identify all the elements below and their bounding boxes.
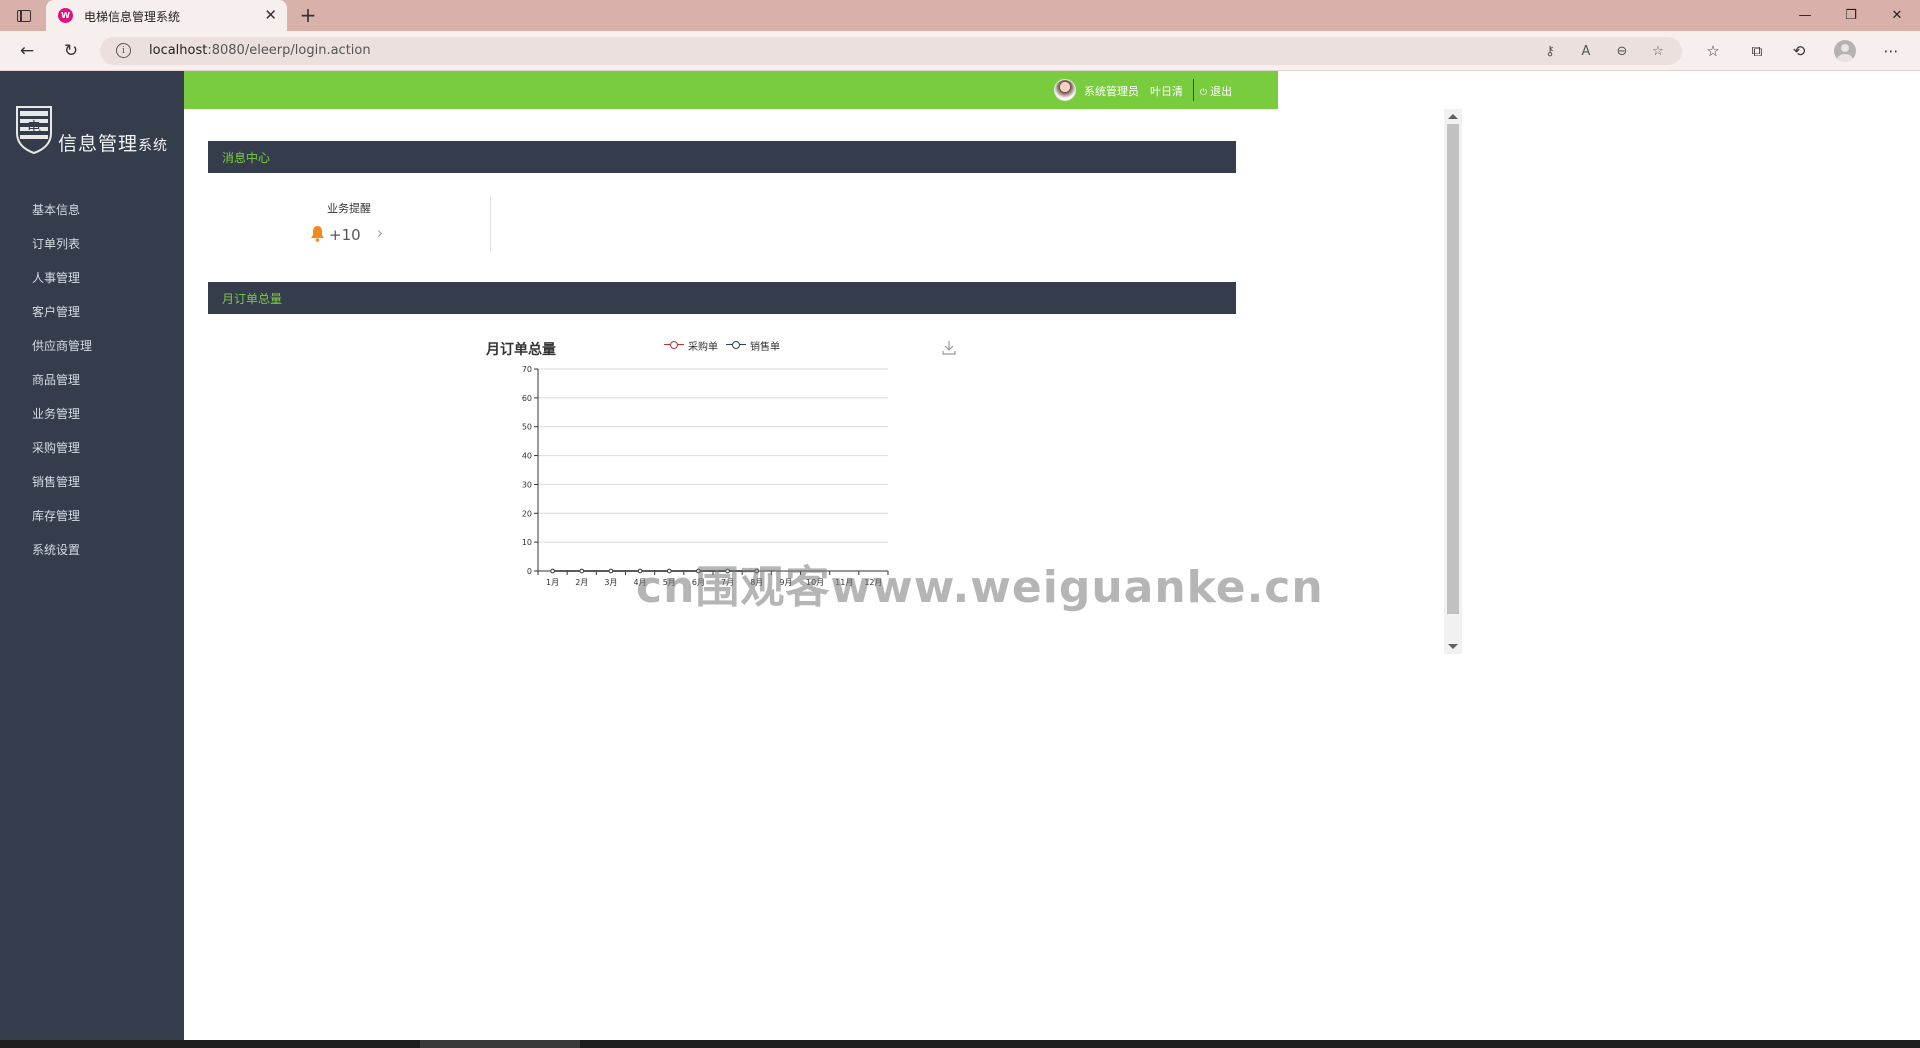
zoom-out-icon[interactable]: ⊖ xyxy=(1612,42,1632,60)
reminder-label: 业务提醒 xyxy=(327,202,371,215)
address-field[interactable]: i localhost:8080/eleerp/login.action ⚷ A… xyxy=(100,37,1682,65)
scroll-down-icon[interactable] xyxy=(1448,644,1458,649)
chart-title: 月订单总量 xyxy=(486,342,556,358)
legend-marker-sales xyxy=(726,340,746,350)
power-icon: ⏻ xyxy=(1200,88,1208,98)
data-point xyxy=(550,568,555,574)
top-bar: 系统管理员 叶日清 ⏻ 退出 xyxy=(184,71,1278,109)
scroll-thumb[interactable] xyxy=(1447,124,1459,614)
sidebar-item-settings[interactable]: 系统设置 xyxy=(0,533,184,567)
url-text: localhost:8080/eleerp/login.action xyxy=(149,43,371,58)
legend-item-sales[interactable]: 销售单 xyxy=(726,338,780,353)
x-tick-label: 3月 xyxy=(604,578,617,587)
y-tick-label: 70 xyxy=(522,365,532,374)
y-tick-label: 40 xyxy=(522,452,532,461)
back-icon[interactable]: ← xyxy=(14,39,40,63)
refresh-icon[interactable]: ↻ xyxy=(58,39,84,63)
user-role[interactable]: 系统管理员 xyxy=(1084,83,1139,99)
legend-label-sales: 销售单 xyxy=(750,341,780,353)
tab-close-icon[interactable]: ✕ xyxy=(264,6,277,24)
scroll-up-icon[interactable] xyxy=(1448,114,1458,119)
browser-titlebar: W 电梯信息管理系统 ✕ + — ❐ ✕ xyxy=(0,0,1920,31)
read-aloud-icon[interactable]: A xyxy=(1576,42,1596,60)
download-icon[interactable] xyxy=(942,340,956,356)
sidebar: 电 信息管理系统 基本信息 订单列表 人事管理 客户管理 供应商管理 商品管理 … xyxy=(0,71,184,1040)
sidebar-item-business[interactable]: 业务管理 xyxy=(0,397,184,431)
history-icon[interactable]: ⟲ xyxy=(1786,39,1812,63)
taskbar xyxy=(0,1040,1920,1048)
sidebar-item-order-list[interactable]: 订单列表 xyxy=(0,227,184,261)
restore-icon[interactable]: ❐ xyxy=(1828,0,1874,31)
logo-text: 信息管理系统 xyxy=(58,133,169,155)
y-tick-label: 20 xyxy=(522,509,532,518)
collections-icon[interactable]: ⧉ xyxy=(1744,39,1770,63)
tab-favicon-icon: W xyxy=(58,8,73,23)
legend-label-purchase: 采购单 xyxy=(688,341,718,353)
business-reminder[interactable]: 业务提醒 +10 › xyxy=(208,197,490,251)
user-avatar[interactable] xyxy=(1054,79,1076,101)
app: 电 信息管理系统 基本信息 订单列表 人事管理 客户管理 供应商管理 商品管理 … xyxy=(0,71,1920,1040)
x-tick-label: 2月 xyxy=(575,578,588,587)
sidebar-toggle-icon[interactable] xyxy=(12,6,36,26)
content-scrollbar[interactable] xyxy=(1444,109,1462,654)
sidebar-menu: 基本信息 订单列表 人事管理 客户管理 供应商管理 商品管理 业务管理 采购管理… xyxy=(0,193,184,567)
sidebar-item-products[interactable]: 商品管理 xyxy=(0,363,184,397)
orders-section-header: 月订单总量 xyxy=(208,282,1236,314)
add-favorite-icon[interactable]: ☆ xyxy=(1648,42,1668,60)
sidebar-item-purchasing[interactable]: 采购管理 xyxy=(0,431,184,465)
legend-marker-purchase xyxy=(664,340,684,350)
y-tick-label: 30 xyxy=(522,480,532,489)
chevron-right-icon[interactable]: › xyxy=(377,224,383,242)
favorites-icon[interactable]: ☆ xyxy=(1700,39,1726,63)
x-tick-label: 1月 xyxy=(546,578,559,587)
y-tick-label: 50 xyxy=(522,423,532,432)
sidebar-item-inventory[interactable]: 库存管理 xyxy=(0,499,184,533)
sidebar-item-basic-info[interactable]: 基本信息 xyxy=(0,193,184,227)
tab-title: 电梯信息管理系统 xyxy=(84,10,181,24)
browser-toolbar: ← ↻ i localhost:8080/eleerp/login.action… xyxy=(0,31,1920,71)
sidebar-item-customers[interactable]: 客户管理 xyxy=(0,295,184,329)
key-icon[interactable]: ⚷ xyxy=(1540,42,1560,60)
data-point xyxy=(579,568,585,574)
y-tick-label: 0 xyxy=(527,567,532,576)
logo: 电 信息管理系统 xyxy=(14,103,174,163)
legend-item-purchase[interactable]: 采购单 xyxy=(664,338,718,353)
y-tick-label: 60 xyxy=(522,394,532,403)
site-info-icon[interactable]: i xyxy=(116,43,131,58)
y-tick-label: 10 xyxy=(522,538,532,547)
user-name[interactable]: 叶日清 xyxy=(1150,83,1183,99)
logout-button[interactable]: ⏻ 退出 xyxy=(1200,83,1232,99)
profile-avatar[interactable] xyxy=(1834,40,1856,62)
new-tab-button[interactable]: + xyxy=(296,3,320,27)
messages-section-title: 消息中心 xyxy=(222,151,271,165)
sidebar-item-hr[interactable]: 人事管理 xyxy=(0,261,184,295)
logo-char: 电 xyxy=(27,120,41,136)
sidebar-item-sales[interactable]: 销售管理 xyxy=(0,465,184,499)
watermark: cn围观客www.weiguanke.cn xyxy=(636,562,1324,613)
sidebar-item-suppliers[interactable]: 供应商管理 xyxy=(0,329,184,363)
topbar-divider xyxy=(1193,79,1194,101)
logo-shield-icon: 电 xyxy=(16,106,52,155)
messages-divider xyxy=(490,197,491,251)
data-point xyxy=(608,568,614,574)
taskbar-active-item[interactable] xyxy=(420,1040,580,1048)
orders-section-title: 月订单总量 xyxy=(222,292,283,306)
reminder-count: +10 xyxy=(329,226,361,244)
minimize-icon[interactable]: — xyxy=(1782,0,1828,31)
bell-icon xyxy=(311,226,324,242)
messages-section-header: 消息中心 xyxy=(208,141,1236,173)
close-window-icon[interactable]: ✕ xyxy=(1874,0,1920,31)
more-menu-icon[interactable]: ⋯ xyxy=(1878,39,1904,63)
browser-tab[interactable]: W 电梯信息管理系统 ✕ xyxy=(46,0,287,31)
